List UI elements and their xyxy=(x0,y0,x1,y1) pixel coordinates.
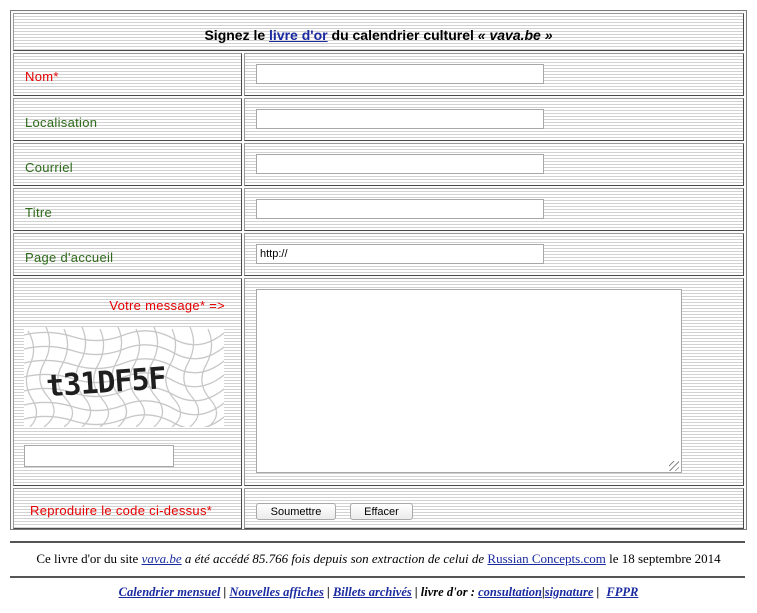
form-title: Signez le livre d'or du calendrier cultu… xyxy=(14,27,743,43)
nav-consultation[interactable]: consultation xyxy=(478,585,542,599)
message-label-cell: Votre message* => t31DF5F xyxy=(13,278,242,486)
nav-separator: | xyxy=(596,585,600,599)
titre-input[interactable] xyxy=(256,199,544,219)
reset-button[interactable]: Effacer xyxy=(350,503,413,520)
page-accueil-input[interactable] xyxy=(256,244,544,264)
footer-p1: Ce livre d'or du site xyxy=(36,551,139,566)
nom-input[interactable] xyxy=(256,64,544,84)
nav-nouvelles-affiches[interactable]: Nouvelles affiches xyxy=(229,585,324,599)
footer-p2: a été accédé 85.766 fois depuis son extr… xyxy=(184,551,485,566)
page-accueil-label-cell: Page d'accueil xyxy=(13,233,242,276)
livre-dor-link[interactable]: livre d'or xyxy=(269,27,328,43)
captcha-distortion-grid: t31DF5F xyxy=(24,327,224,427)
footer-divider-top xyxy=(10,541,745,543)
localisation-input-cell xyxy=(244,98,744,141)
bottom-navigation: Calendrier mensuel | Nouvelles affiches … xyxy=(0,585,757,600)
access-counter-text: Ce livre d'or du site vava.be a été accé… xyxy=(0,551,757,567)
title-site-name: « vava.be » xyxy=(477,27,553,43)
vava-link[interactable]: vava.be xyxy=(142,551,182,566)
title-cell: Signez le livre d'or du calendrier cultu… xyxy=(13,13,744,51)
page-accueil-input-cell xyxy=(244,233,744,276)
title-middle: du calendrier culturel xyxy=(331,27,474,43)
buttons-cell: Soumettre Effacer xyxy=(244,488,744,529)
captcha-code: t31DF5F xyxy=(45,361,167,404)
nom-input-cell xyxy=(244,53,744,96)
submit-button[interactable]: Soumettre xyxy=(256,503,336,520)
footer-divider-bottom xyxy=(10,576,745,578)
courriel-label: Courriel xyxy=(25,160,73,175)
guestbook-form-table: Signez le livre d'or du calendrier cultu… xyxy=(10,10,747,530)
nav-calendrier-mensuel[interactable]: Calendrier mensuel xyxy=(119,585,221,599)
titre-label: Titre xyxy=(25,205,53,220)
captcha-answer-input[interactable] xyxy=(24,445,174,467)
nav-separator: | xyxy=(414,585,418,599)
nav-livre-dor-label: livre d'or : xyxy=(420,585,475,599)
nom-label-cell: Nom* xyxy=(13,53,242,96)
message-input-cell xyxy=(244,278,744,486)
localisation-label: Localisation xyxy=(25,115,98,130)
localisation-label-cell: Localisation xyxy=(13,98,242,141)
reproduce-label: Reproduire le code ci-dessus* xyxy=(30,503,213,518)
captcha-image: t31DF5F xyxy=(24,327,224,427)
reproduce-label-cell: Reproduire le code ci-dessus* xyxy=(13,488,242,529)
courriel-input-cell xyxy=(244,143,744,186)
courriel-input[interactable] xyxy=(256,154,544,174)
title-prefix: Signez le xyxy=(204,27,266,43)
nom-label: Nom* xyxy=(25,69,59,84)
textarea-resize-grip[interactable] xyxy=(669,461,679,471)
localisation-input[interactable] xyxy=(256,109,544,129)
titre-input-cell xyxy=(244,188,744,231)
message-textarea[interactable] xyxy=(256,289,682,473)
page-accueil-label: Page d'accueil xyxy=(25,250,114,265)
russian-concepts-link[interactable]: Russian Concepts.com xyxy=(487,551,605,566)
nav-separator: | xyxy=(223,585,227,599)
nav-signature[interactable]: signature xyxy=(545,585,594,599)
titre-label-cell: Titre xyxy=(13,188,242,231)
footer-p3: le 18 septembre 2014 xyxy=(609,551,721,566)
courriel-label-cell: Courriel xyxy=(13,143,242,186)
message-label: Votre message* => xyxy=(109,298,225,313)
nav-fppr[interactable]: FPPR xyxy=(606,585,638,599)
nav-billets-archives[interactable]: Billets archivés xyxy=(333,585,412,599)
nav-separator: | xyxy=(327,585,330,599)
